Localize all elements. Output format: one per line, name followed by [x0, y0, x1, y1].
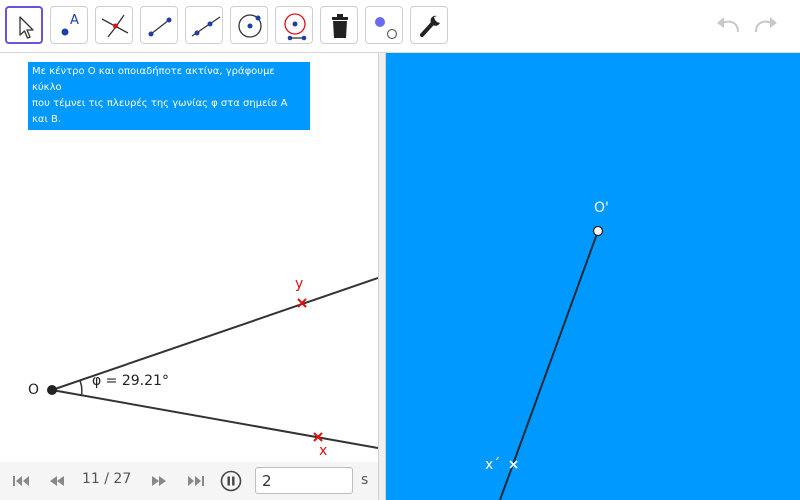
right-construction-canvas — [499, 225, 604, 500]
speed-unit-label: s — [361, 472, 369, 488]
intersect-icon — [101, 14, 129, 38]
slide-playbar: 11 / 27 s — [0, 462, 378, 500]
skip-first-icon[interactable] — [10, 472, 32, 490]
compass-tool-button[interactable] — [275, 6, 313, 44]
angle-label-phi: φ = 29.21° — [92, 373, 169, 389]
vertex-point-o[interactable] — [47, 385, 57, 395]
left-construction-canvas — [47, 277, 378, 449]
vertex-label-o: O — [28, 382, 40, 398]
ray-icon — [191, 16, 221, 37]
show-hide-tool-button[interactable] — [365, 6, 403, 44]
point-icon: A — [61, 13, 79, 36]
vertex-label-o-prime: O' — [594, 200, 609, 216]
redo-icon — [755, 17, 777, 33]
cursor-arrow-icon — [19, 16, 34, 39]
vertex-point-o-prime[interactable] — [592, 225, 604, 237]
skip-last-icon[interactable] — [185, 472, 207, 490]
segment-tool-button[interactable] — [140, 6, 178, 44]
point-tool-button[interactable]: A — [50, 6, 88, 44]
toolbar: A — [0, 0, 800, 53]
trash-icon — [332, 14, 348, 38]
view-divider[interactable] — [378, 53, 386, 500]
circle-center-icon — [238, 14, 262, 38]
previous-icon[interactable] — [46, 472, 68, 490]
segment-icon — [148, 17, 172, 37]
page-counter: 11 / 27 — [82, 471, 132, 487]
ray-o-prime-x-prime[interactable] — [499, 230, 599, 500]
show-hide-icon — [375, 17, 398, 40]
move-tool-button[interactable] — [5, 6, 43, 44]
wrench-icon — [420, 15, 440, 37]
ray-ox[interactable] — [51, 389, 378, 449]
circle-tool-button[interactable] — [230, 6, 268, 44]
intersect-tool-button[interactable] — [95, 6, 133, 44]
next-icon[interactable] — [148, 472, 170, 490]
graphics-view-left[interactable]: Με κέντρο Ο και οποιαδήποτε ακτίνα, γράφ… — [0, 53, 378, 500]
angle-arc — [79, 380, 83, 396]
graphics-view-right[interactable]: O' x´ — [386, 53, 800, 500]
svg-text:A: A — [70, 13, 79, 28]
pause-icon[interactable] — [220, 470, 242, 492]
delete-tool-button[interactable] — [320, 6, 358, 44]
undo-icon — [717, 17, 739, 33]
compass-icon — [284, 13, 307, 41]
undo-button[interactable] — [714, 12, 744, 38]
point-label-x-prime: x´ — [485, 457, 501, 473]
point-label-y: y — [295, 276, 304, 292]
ray-tool-button[interactable] — [185, 6, 223, 44]
redo-button[interactable] — [750, 12, 780, 38]
speed-input[interactable] — [255, 467, 353, 494]
point-label-x: x — [319, 443, 328, 459]
settings-tool-button[interactable] — [410, 6, 448, 44]
